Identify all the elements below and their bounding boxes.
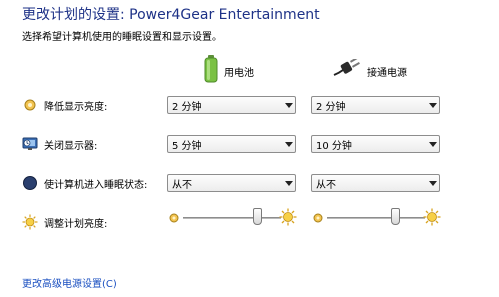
- low-brightness-icon: [167, 210, 181, 224]
- chevron-down-icon: [283, 136, 295, 152]
- chevron-down-icon: [283, 97, 295, 113]
- sleep-icon: [22, 175, 38, 191]
- page-subtitle: 选择希望计算机使用的睡眠设置和显示设置。: [22, 32, 222, 43]
- brightness-row-label: 调整计划亮度:: [22, 212, 107, 232]
- dim-display-plugged-value: 2 分钟: [316, 101, 346, 113]
- high-brightness-icon: [423, 208, 441, 226]
- sleep-row-label: 使计算机进入睡眠状态:: [22, 173, 147, 193]
- sleep-battery-select[interactable]: 从不: [167, 174, 296, 192]
- chevron-down-icon: [427, 97, 439, 113]
- dim-display-label: 降低显示亮度:: [44, 101, 108, 113]
- display-icon: [22, 136, 38, 152]
- dim-display-row-label: 降低显示亮度:: [22, 95, 107, 115]
- dim-display-icon: [22, 97, 38, 113]
- battery-icon: [204, 55, 218, 87]
- brightness-plugged-slider[interactable]: [311, 207, 441, 229]
- sleep-plugged-select[interactable]: 从不: [311, 174, 440, 192]
- brightness-battery-slider[interactable]: [167, 207, 297, 229]
- turn-off-display-battery-select[interactable]: 5 分钟: [167, 135, 296, 153]
- brightness-label: 调整计划亮度:: [44, 218, 108, 230]
- plugged-column-header: 接通电源: [333, 56, 407, 86]
- turn-off-display-plugged-select[interactable]: 10 分钟: [311, 135, 440, 153]
- slider-thumb[interactable]: [391, 208, 401, 225]
- slider-track: [327, 217, 425, 219]
- battery-column-label: 用电池: [224, 67, 254, 79]
- advanced-power-settings-link[interactable]: 更改高级电源设置(C): [22, 275, 117, 290]
- high-brightness-icon: [279, 208, 297, 226]
- turn-off-display-battery-value: 5 分钟: [172, 140, 202, 152]
- page-title: 更改计划的设置: Power4Gear Entertainment: [22, 7, 320, 23]
- turn-off-display-plugged-value: 10 分钟: [316, 140, 352, 152]
- sleep-label: 使计算机进入睡眠状态:: [44, 179, 148, 191]
- chevron-down-icon: [283, 175, 295, 191]
- turn-off-display-row-label: 关闭显示器:: [22, 134, 97, 154]
- power-plug-icon: [333, 56, 361, 83]
- dim-display-plugged-select[interactable]: 2 分钟: [311, 96, 440, 114]
- plugged-column-label: 接通电源: [367, 67, 407, 79]
- brightness-icon: [22, 214, 38, 230]
- turn-off-display-label: 关闭显示器:: [44, 140, 98, 152]
- low-brightness-icon: [311, 210, 325, 224]
- slider-thumb[interactable]: [252, 208, 262, 225]
- slider-track: [183, 217, 281, 219]
- chevron-down-icon: [427, 136, 439, 152]
- chevron-down-icon: [427, 175, 439, 191]
- sleep-battery-value: 从不: [172, 179, 192, 191]
- battery-column-header: 用电池: [204, 55, 254, 87]
- dim-display-battery-value: 2 分钟: [172, 101, 202, 113]
- dim-display-battery-select[interactable]: 2 分钟: [167, 96, 296, 114]
- sleep-plugged-value: 从不: [316, 179, 336, 191]
